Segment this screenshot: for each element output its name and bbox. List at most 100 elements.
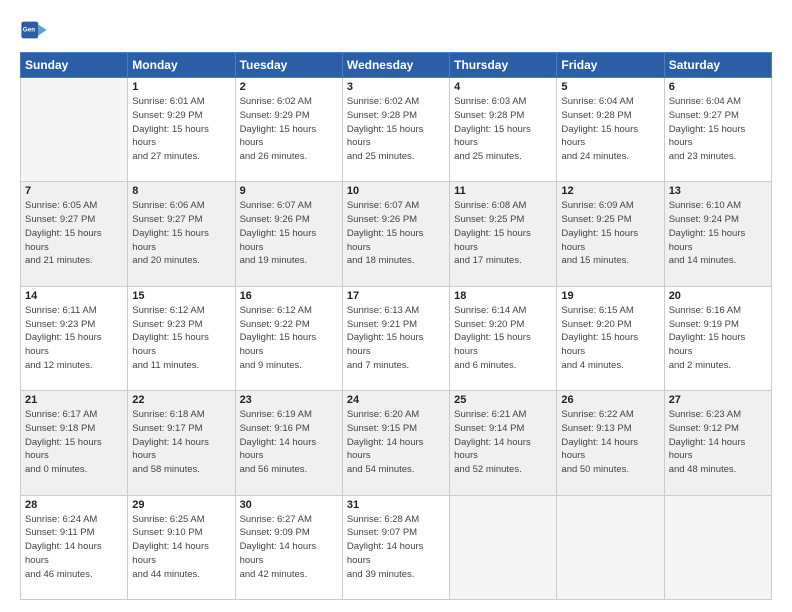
day-header-saturday: Saturday bbox=[664, 53, 771, 78]
day-number: 19 bbox=[561, 290, 659, 302]
day-info: Sunrise: 6:11 AMSunset: 9:23 PMDaylight:… bbox=[25, 304, 123, 373]
logo-icon: Gen bbox=[20, 16, 48, 44]
day-info: Sunrise: 6:07 AMSunset: 9:26 PMDaylight:… bbox=[240, 199, 338, 268]
day-number: 3 bbox=[347, 81, 445, 93]
calendar-day-cell: 14 Sunrise: 6:11 AMSunset: 9:23 PMDayligh… bbox=[21, 286, 128, 390]
calendar-day-cell: 15 Sunrise: 6:12 AMSunset: 9:23 PMDayligh… bbox=[128, 286, 235, 390]
day-info: Sunrise: 6:28 AMSunset: 9:07 PMDaylight:… bbox=[347, 513, 445, 582]
day-number: 13 bbox=[669, 185, 767, 197]
calendar-day-cell: 10Sunrise: 6:07 AMSunset: 9:26 PMDayligh… bbox=[342, 182, 449, 286]
day-header-thursday: Thursday bbox=[450, 53, 557, 78]
day-header-sunday: Sunday bbox=[21, 53, 128, 78]
day-number: 20 bbox=[669, 290, 767, 302]
day-info: Sunrise: 6:12 AMSunset: 9:22 PMDaylight:… bbox=[240, 304, 338, 373]
calendar-day-cell: 27Sunrise: 6:23 AMSunset: 9:12 PMDayligh… bbox=[664, 391, 771, 495]
calendar-week-row: 14 Sunrise: 6:11 AMSunset: 9:23 PMDayligh… bbox=[21, 286, 772, 390]
day-number: 31 bbox=[347, 499, 445, 511]
calendar-week-row: 21 Sunrise: 6:17 AMSunset: 9:18 PMDayligh… bbox=[21, 391, 772, 495]
day-header-tuesday: Tuesday bbox=[235, 53, 342, 78]
calendar-day-cell: 20 Sunrise: 6:16 AMSunset: 9:19 PMDayligh… bbox=[664, 286, 771, 390]
calendar-day-cell: 19 Sunrise: 6:15 AMSunset: 9:20 PMDayligh… bbox=[557, 286, 664, 390]
day-info: Sunrise: 6:02 AMSunset: 9:29 PMDaylight:… bbox=[240, 95, 338, 164]
day-header-friday: Friday bbox=[557, 53, 664, 78]
day-number: 15 bbox=[132, 290, 230, 302]
day-info: Sunrise: 6:21 AMSunset: 9:14 PMDaylight:… bbox=[454, 408, 552, 477]
day-info: Sunrise: 6:03 AMSunset: 9:28 PMDaylight:… bbox=[454, 95, 552, 164]
calendar-day-cell bbox=[21, 78, 128, 182]
day-info: Sunrise: 6:09 AMSunset: 9:25 PMDaylight:… bbox=[561, 199, 659, 268]
day-info: Sunrise: 6:16 AMSunset: 9:19 PMDaylight:… bbox=[669, 304, 767, 373]
day-number: 28 bbox=[25, 499, 123, 511]
calendar-day-cell: 28Sunrise: 6:24 AMSunset: 9:11 PMDayligh… bbox=[21, 495, 128, 599]
calendar-day-cell: 2 Sunrise: 6:02 AMSunset: 9:29 PMDaylight… bbox=[235, 78, 342, 182]
day-number: 9 bbox=[240, 185, 338, 197]
day-number: 7 bbox=[25, 185, 123, 197]
day-number: 17 bbox=[347, 290, 445, 302]
day-number: 12 bbox=[561, 185, 659, 197]
day-info: Sunrise: 6:15 AMSunset: 9:20 PMDaylight:… bbox=[561, 304, 659, 373]
calendar-header-row: SundayMondayTuesdayWednesdayThursdayFrid… bbox=[21, 53, 772, 78]
calendar-day-cell bbox=[557, 495, 664, 599]
day-info: Sunrise: 6:02 AMSunset: 9:28 PMDaylight:… bbox=[347, 95, 445, 164]
day-info: Sunrise: 6:10 AMSunset: 9:24 PMDaylight:… bbox=[669, 199, 767, 268]
calendar-day-cell: 6 Sunrise: 6:04 AMSunset: 9:27 PMDaylight… bbox=[664, 78, 771, 182]
day-info: Sunrise: 6:04 AMSunset: 9:27 PMDaylight:… bbox=[669, 95, 767, 164]
day-number: 29 bbox=[132, 499, 230, 511]
calendar-day-cell: 31 Sunrise: 6:28 AMSunset: 9:07 PMDayligh… bbox=[342, 495, 449, 599]
calendar-day-cell: 26 Sunrise: 6:22 AMSunset: 9:13 PMDayligh… bbox=[557, 391, 664, 495]
day-number: 11 bbox=[454, 185, 552, 197]
day-info: Sunrise: 6:12 AMSunset: 9:23 PMDaylight:… bbox=[132, 304, 230, 373]
calendar-day-cell: 30 Sunrise: 6:27 AMSunset: 9:09 PMDayligh… bbox=[235, 495, 342, 599]
day-number: 24 bbox=[347, 394, 445, 406]
day-info: Sunrise: 6:18 AMSunset: 9:17 PMDaylight:… bbox=[132, 408, 230, 477]
page: Gen SundayMondayTuesdayWednesdayThursday… bbox=[0, 0, 792, 612]
day-number: 22 bbox=[132, 394, 230, 406]
calendar-week-row: 28Sunrise: 6:24 AMSunset: 9:11 PMDayligh… bbox=[21, 495, 772, 599]
day-info: Sunrise: 6:19 AMSunset: 9:16 PMDaylight:… bbox=[240, 408, 338, 477]
calendar-day-cell: 18 Sunrise: 6:14 AMSunset: 9:20 PMDayligh… bbox=[450, 286, 557, 390]
day-header-wednesday: Wednesday bbox=[342, 53, 449, 78]
day-info: Sunrise: 6:27 AMSunset: 9:09 PMDaylight:… bbox=[240, 513, 338, 582]
day-info: Sunrise: 6:17 AMSunset: 9:18 PMDaylight:… bbox=[25, 408, 123, 477]
calendar-day-cell: 16 Sunrise: 6:12 AMSunset: 9:22 PMDayligh… bbox=[235, 286, 342, 390]
svg-text:Gen: Gen bbox=[23, 26, 35, 33]
calendar-day-cell: 29 Sunrise: 6:25 AMSunset: 9:10 PMDayligh… bbox=[128, 495, 235, 599]
calendar-week-row: 1 Sunrise: 6:01 AMSunset: 9:29 PMDaylight… bbox=[21, 78, 772, 182]
calendar-day-cell: 25 Sunrise: 6:21 AMSunset: 9:14 PMDayligh… bbox=[450, 391, 557, 495]
day-info: Sunrise: 6:13 AMSunset: 9:21 PMDaylight:… bbox=[347, 304, 445, 373]
calendar-day-cell: 17 Sunrise: 6:13 AMSunset: 9:21 PMDayligh… bbox=[342, 286, 449, 390]
day-number: 21 bbox=[25, 394, 123, 406]
day-info: Sunrise: 6:04 AMSunset: 9:28 PMDaylight:… bbox=[561, 95, 659, 164]
day-number: 6 bbox=[669, 81, 767, 93]
calendar-day-cell: 8Sunrise: 6:06 AMSunset: 9:27 PMDaylight… bbox=[128, 182, 235, 286]
calendar-day-cell: 1 Sunrise: 6:01 AMSunset: 9:29 PMDaylight… bbox=[128, 78, 235, 182]
day-number: 26 bbox=[561, 394, 659, 406]
day-info: Sunrise: 6:20 AMSunset: 9:15 PMDaylight:… bbox=[347, 408, 445, 477]
day-number: 14 bbox=[25, 290, 123, 302]
day-number: 27 bbox=[669, 394, 767, 406]
day-info: Sunrise: 6:08 AMSunset: 9:25 PMDaylight:… bbox=[454, 199, 552, 268]
calendar-day-cell: 4Sunrise: 6:03 AMSunset: 9:28 PMDaylight… bbox=[450, 78, 557, 182]
calendar-day-cell: 11 Sunrise: 6:08 AMSunset: 9:25 PMDayligh… bbox=[450, 182, 557, 286]
calendar-day-cell: 24 Sunrise: 6:20 AMSunset: 9:15 PMDayligh… bbox=[342, 391, 449, 495]
day-info: Sunrise: 6:01 AMSunset: 9:29 PMDaylight:… bbox=[132, 95, 230, 164]
day-info: Sunrise: 6:25 AMSunset: 9:10 PMDaylight:… bbox=[132, 513, 230, 582]
day-number: 16 bbox=[240, 290, 338, 302]
day-number: 30 bbox=[240, 499, 338, 511]
day-info: Sunrise: 6:14 AMSunset: 9:20 PMDaylight:… bbox=[454, 304, 552, 373]
day-number: 23 bbox=[240, 394, 338, 406]
day-number: 25 bbox=[454, 394, 552, 406]
day-info: Sunrise: 6:06 AMSunset: 9:27 PMDaylight:… bbox=[132, 199, 230, 268]
day-header-monday: Monday bbox=[128, 53, 235, 78]
calendar-day-cell: 9 Sunrise: 6:07 AMSunset: 9:26 PMDaylight… bbox=[235, 182, 342, 286]
day-number: 18 bbox=[454, 290, 552, 302]
calendar-day-cell: 7Sunrise: 6:05 AMSunset: 9:27 PMDaylight… bbox=[21, 182, 128, 286]
day-number: 1 bbox=[132, 81, 230, 93]
logo: Gen bbox=[20, 16, 52, 44]
day-number: 10 bbox=[347, 185, 445, 197]
day-number: 2 bbox=[240, 81, 338, 93]
header: Gen bbox=[20, 16, 772, 44]
calendar-day-cell: 3 Sunrise: 6:02 AMSunset: 9:28 PMDaylight… bbox=[342, 78, 449, 182]
calendar-table: SundayMondayTuesdayWednesdayThursdayFrid… bbox=[20, 52, 772, 600]
day-info: Sunrise: 6:22 AMSunset: 9:13 PMDaylight:… bbox=[561, 408, 659, 477]
